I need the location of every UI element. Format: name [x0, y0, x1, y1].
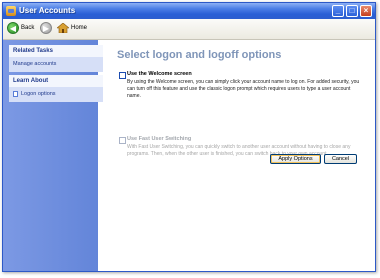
home-button-label[interactable]: Home — [71, 25, 87, 31]
toolbar: ◀ Back ▶ Home — [3, 19, 375, 40]
user-accounts-app-icon — [6, 6, 16, 16]
forward-arrow-icon[interactable]: ▶ — [40, 22, 52, 34]
fast-user-switching-label[interactable]: Use Fast User Switching — [127, 136, 191, 142]
manage-accounts-link[interactable]: Manage accounts — [13, 60, 99, 68]
back-button-label[interactable]: Back — [21, 25, 34, 31]
window-title: User Accounts — [19, 6, 76, 15]
related-tasks-header: Related Tasks — [9, 45, 103, 57]
welcome-screen-checkbox[interactable] — [119, 72, 126, 79]
welcome-screen-label[interactable]: Use the Welcome screen — [127, 71, 192, 77]
welcome-screen-description: By using the Welcome screen, you can sim… — [127, 79, 360, 99]
title-bar[interactable]: User Accounts _ □ × — [3, 3, 375, 19]
task-sidebar: Related Tasks Manage accounts Learn Abou… — [3, 40, 103, 271]
learn-about-panel: Learn About Logon options — [9, 75, 103, 102]
close-button[interactable]: × — [360, 5, 372, 17]
user-accounts-window: User Accounts _ □ × ◀ Back ▶ Home Relate… — [2, 2, 376, 272]
help-document-icon — [13, 90, 18, 97]
back-arrow-icon[interactable]: ◀ — [7, 22, 19, 34]
home-icon[interactable] — [57, 23, 69, 33]
main-content: Select logon and logoff options Use the … — [104, 40, 375, 271]
cancel-button[interactable]: Cancel — [324, 154, 357, 164]
apply-options-button[interactable]: Apply Options — [270, 154, 321, 164]
related-tasks-panel: Related Tasks Manage accounts — [9, 45, 103, 72]
fast-user-switching-checkbox[interactable] — [119, 137, 126, 144]
logon-options-link[interactable]: Logon options — [21, 91, 56, 97]
minimize-button[interactable]: _ — [332, 5, 344, 17]
page-title: Select logon and logoff options — [117, 49, 282, 61]
learn-about-header: Learn About — [9, 75, 103, 87]
maximize-button[interactable]: □ — [346, 5, 358, 17]
